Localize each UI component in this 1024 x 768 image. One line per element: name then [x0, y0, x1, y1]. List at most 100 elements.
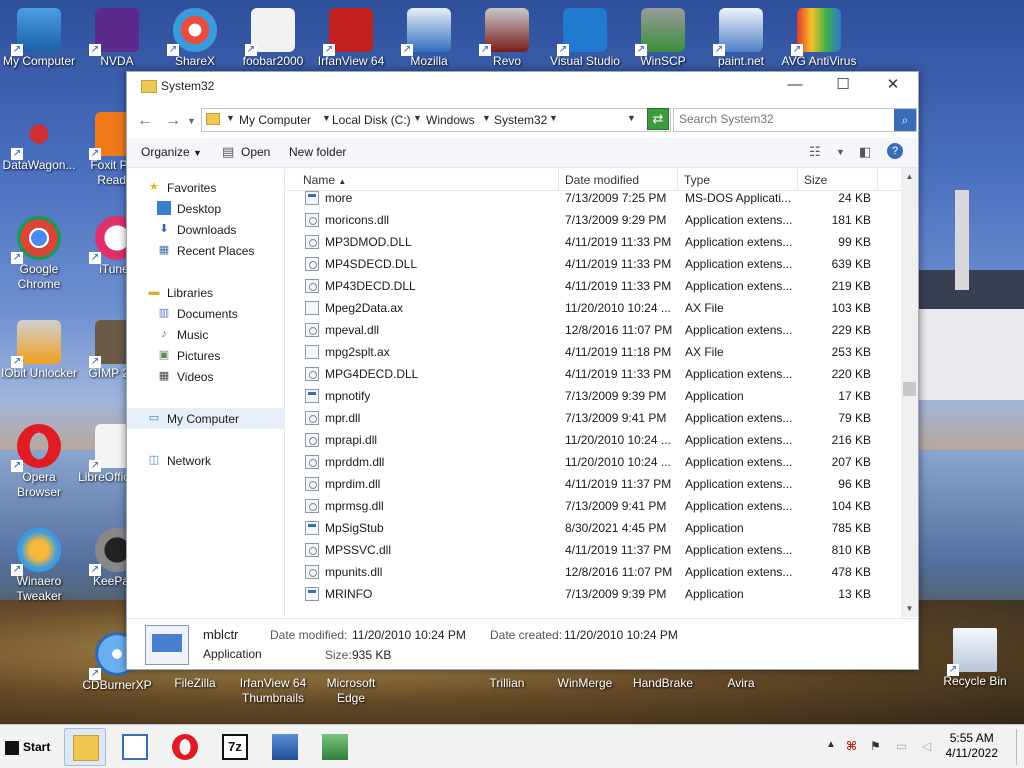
table-row[interactable]: mpnotify 7/13/2009 9:39 PM Application 17 K… — [287, 385, 903, 407]
desktop-icon-filezilla[interactable]: FileZilla — [156, 676, 234, 691]
taskbar-app-download[interactable] — [314, 728, 356, 766]
open-button[interactable]: Open — [241, 145, 270, 159]
start-button[interactable]: Start — [2, 731, 54, 763]
desktop-icon-winaero[interactable]: Winaero Tweaker — [0, 528, 78, 604]
breadcrumb-local-disk[interactable]: Local Disk (C:) — [332, 113, 411, 127]
desktop-icon-avira[interactable]: Avira — [702, 676, 780, 691]
table-row[interactable]: mprapi.dll 11/20/2010 10:24 ... Applicatio… — [287, 429, 903, 451]
show-hidden-icons-button[interactable]: ▲ — [826, 739, 836, 750]
nav-my-computer[interactable]: ▭ My Computer — [127, 408, 285, 429]
nav-recent-places[interactable]: ▦ Recent Places — [127, 240, 285, 261]
table-row[interactable]: MP43DECD.DLL 4/11/2019 11:33 PM Applicatio… — [287, 275, 903, 297]
table-row[interactable]: mpeval.dll 12/8/2016 11:07 PM Application … — [287, 319, 903, 341]
address-bar[interactable]: ▼ My Computer ▼ Local Disk (C:) ▼ Window… — [201, 108, 671, 132]
minimize-button[interactable]: — — [772, 72, 818, 100]
table-row[interactable]: MP4SDECD.DLL 4/11/2019 11:33 PM Applicatio… — [287, 253, 903, 275]
taskbar-app-boxes[interactable] — [264, 728, 306, 766]
view-options-icon[interactable]: ☷ — [809, 144, 821, 160]
system-clock[interactable]: 5:55 AM 4/11/2022 — [946, 731, 999, 761]
vertical-scrollbar[interactable]: ▲ ▼ — [901, 168, 918, 617]
desktop-icon-my-computer[interactable]: My Computer — [0, 8, 78, 69]
network-tray-icon[interactable]: ▭ — [896, 739, 907, 753]
desktop-icon-paintnet[interactable]: paint.net — [702, 8, 780, 69]
taskbar-app-window[interactable] — [114, 728, 156, 766]
clock-date: 4/11/2022 — [945, 746, 999, 760]
taskbar-opera[interactable] — [164, 728, 206, 766]
search-icon[interactable]: ⌕ — [894, 109, 916, 131]
table-row[interactable]: MPG4DECD.DLL 4/11/2019 11:33 PM Applicatio… — [287, 363, 903, 385]
breadcrumb-windows[interactable]: Windows — [426, 113, 475, 127]
table-row[interactable]: Mpeg2Data.ax 11/20/2010 10:24 ... AX File 1… — [287, 297, 903, 319]
desktop-icon-irfanview-thumbs[interactable]: IrfanView 64 Thumbnails — [234, 676, 312, 706]
table-row[interactable]: more 7/13/2009 7:25 PM MS-DOS Applicati...… — [287, 187, 903, 209]
chevron-down-icon[interactable]: ▼ — [413, 113, 422, 123]
nav-music[interactable]: ♪ Music — [127, 324, 285, 345]
breadcrumb-system32[interactable]: System32 — [494, 113, 547, 127]
table-row[interactable]: mprdim.dll 4/11/2019 11:37 PM Application … — [287, 473, 903, 495]
chevron-down-icon[interactable]: ▼ — [836, 147, 845, 157]
preview-pane-icon[interactable]: ◧ — [859, 144, 871, 160]
table-row[interactable]: mpunits.dll 12/8/2016 11:07 PM Application… — [287, 561, 903, 583]
desktop-icon-iobit[interactable]: IObit Unlocker — [0, 320, 78, 381]
desktop-icon-datawagon[interactable]: DataWagon... — [0, 112, 78, 173]
taskbar-explorer[interactable] — [64, 728, 106, 766]
scroll-down-button[interactable]: ▼ — [901, 600, 918, 617]
table-row[interactable]: mprddm.dll 11/20/2010 10:24 ... Applicatio… — [287, 451, 903, 473]
table-row[interactable]: MRINFO 7/13/2009 9:39 PM Application 13 KB — [287, 583, 903, 605]
desktop-icon-nvda[interactable]: NVDA — [78, 8, 156, 69]
table-row[interactable]: moricons.dll 7/13/2009 9:29 PM Application… — [287, 209, 903, 231]
organize-button[interactable]: Organize ▼ — [141, 145, 202, 159]
desktop-icon-edge[interactable]: Microsoft Edge — [312, 676, 390, 706]
table-row[interactable]: mpg2splt.ax 4/11/2019 11:18 PM AX File 253 … — [287, 341, 903, 363]
desktop-icon-handbrake[interactable]: HandBrake — [624, 676, 702, 691]
table-row[interactable]: MPSSVC.dll 4/11/2019 11:37 PM Application … — [287, 539, 903, 561]
refresh-button[interactable]: ⇄ — [647, 108, 669, 130]
action-center-flag-icon[interactable]: ⚑ — [870, 739, 881, 753]
close-button[interactable]: ✕ — [870, 72, 916, 100]
breadcrumb-my-computer[interactable]: My Computer — [239, 113, 311, 127]
show-desktop-button[interactable] — [1016, 729, 1022, 765]
chevron-down-icon[interactable]: ▼ — [226, 113, 235, 123]
nav-libraries[interactable]: ▬ Libraries — [127, 282, 285, 303]
help-icon[interactable]: ? — [887, 143, 903, 159]
tray-app-icon[interactable]: ⌘ — [846, 739, 857, 753]
scrollbar-thumb[interactable] — [903, 382, 916, 396]
nav-desktop[interactable]: Desktop — [127, 198, 285, 219]
nav-pictures[interactable]: ▣ Pictures — [127, 345, 285, 366]
table-row[interactable]: mpr.dll 7/13/2009 9:41 PM Application exte… — [287, 407, 903, 429]
desktop-icon-foobar2000[interactable]: foobar2000 — [234, 8, 312, 69]
desktop-icon-winmerge[interactable]: WinMerge — [546, 676, 624, 691]
start-icon — [5, 740, 19, 755]
back-button[interactable]: ← — [137, 112, 153, 130]
recent-locations-dropdown[interactable]: ▼ — [187, 116, 196, 126]
desktop-icon-recycle-bin[interactable]: Recycle Bin — [936, 628, 1014, 689]
search-box[interactable]: ⌕ — [673, 108, 917, 132]
desktop-icon-winscp[interactable]: WinSCP — [624, 8, 702, 69]
forward-button[interactable]: → — [165, 112, 181, 130]
desktop-icon-chrome[interactable]: Google Chrome — [0, 216, 78, 292]
table-row[interactable]: MP3DMOD.DLL 4/11/2019 11:33 PM Application… — [287, 231, 903, 253]
maximize-button[interactable]: ☐ — [820, 72, 866, 100]
desktop-icon-sharex[interactable]: ShareX — [156, 8, 234, 69]
desktop-icon-irfanview[interactable]: IrfanView 64 — [312, 8, 390, 69]
cell-date: 4/11/2019 11:33 PM — [565, 257, 672, 271]
taskbar-7zip[interactable]: 7z — [214, 728, 256, 766]
table-row[interactable]: MpSigStub 8/30/2021 4:45 PM Application 785… — [287, 517, 903, 539]
chevron-down-icon[interactable]: ▼ — [549, 113, 558, 123]
desktop-icon-opera[interactable]: Opera Browser — [0, 424, 78, 500]
nav-downloads[interactable]: ⬇ Downloads — [127, 219, 285, 240]
chevron-down-icon[interactable]: ▼ — [322, 113, 331, 123]
address-history-dropdown[interactable]: ▼ — [627, 113, 636, 123]
volume-tray-icon[interactable]: ◁ — [922, 739, 931, 753]
search-input[interactable] — [679, 112, 889, 126]
nav-videos[interactable]: ▦ Videos — [127, 366, 285, 387]
chevron-down-icon[interactable]: ▼ — [482, 113, 491, 123]
table-row[interactable]: mprmsg.dll 7/13/2009 9:41 PM Application e… — [287, 495, 903, 517]
nav-network[interactable]: ◫ Network — [127, 450, 285, 471]
scroll-up-button[interactable]: ▲ — [901, 168, 918, 185]
title-bar[interactable]: System32 — ☐ ✕ — [127, 72, 918, 102]
nav-documents[interactable]: ▥ Documents — [127, 303, 285, 324]
nav-favorites[interactable]: ★ Favorites — [127, 177, 285, 198]
desktop-icon-trillian[interactable]: Trillian — [468, 676, 546, 691]
new-folder-button[interactable]: New folder — [289, 145, 346, 159]
